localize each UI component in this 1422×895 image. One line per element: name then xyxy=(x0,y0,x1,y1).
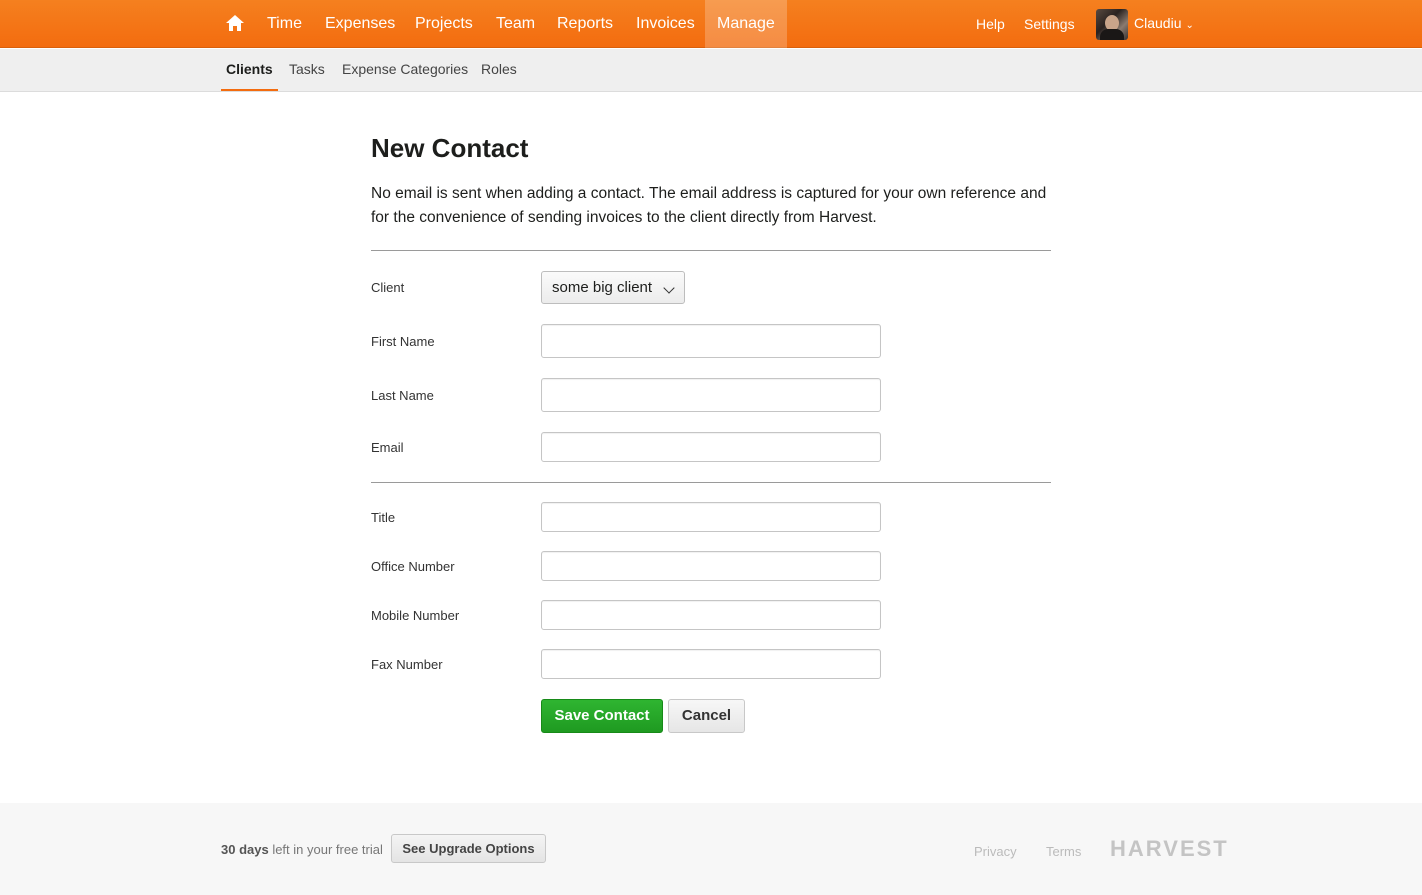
tab-expense-categories[interactable]: Expense Categories xyxy=(342,49,468,91)
trial-days: 30 days xyxy=(221,842,269,857)
save-contact-button[interactable]: Save Contact xyxy=(541,699,663,733)
mobile-number-label: Mobile Number xyxy=(371,608,460,623)
trial-status: 30 days left in your free trial xyxy=(221,842,383,857)
fax-number-input[interactable] xyxy=(541,649,881,679)
client-select[interactable]: some big client xyxy=(541,271,685,304)
nav-invoices[interactable]: Invoices xyxy=(636,0,695,48)
email-label: Email xyxy=(371,440,404,455)
title-input[interactable] xyxy=(541,502,881,532)
divider xyxy=(371,482,1051,483)
client-label: Client xyxy=(371,280,405,295)
settings-link[interactable]: Settings xyxy=(1024,0,1075,48)
sub-nav: Clients Tasks Expense Categories Roles xyxy=(0,49,1422,92)
nav-manage[interactable]: Manage xyxy=(705,0,787,48)
divider xyxy=(371,250,1051,251)
page-title: New Contact xyxy=(371,133,529,163)
chevron-down-icon xyxy=(663,282,675,294)
top-nav: Time Expenses Projects Team Reports Invo… xyxy=(0,0,1422,48)
harvest-logo[interactable]: HARVEST xyxy=(1110,836,1229,862)
fax-number-label: Fax Number xyxy=(371,657,443,672)
tab-tasks[interactable]: Tasks xyxy=(289,49,325,91)
help-link[interactable]: Help xyxy=(976,0,1005,48)
nav-time[interactable]: Time xyxy=(267,0,302,48)
user-name: Claudiu xyxy=(1134,15,1182,31)
chevron-down-icon: ⌄ xyxy=(1185,20,1194,31)
avatar[interactable] xyxy=(1096,9,1128,40)
office-number-label: Office Number xyxy=(371,559,455,574)
client-select-value: some big client xyxy=(552,279,653,296)
home-icon[interactable] xyxy=(225,13,245,33)
footer: 30 days left in your free trial See Upgr… xyxy=(0,803,1422,895)
email-input[interactable] xyxy=(541,432,881,462)
last-name-label: Last Name xyxy=(371,388,434,403)
nav-expenses[interactable]: Expenses xyxy=(325,0,395,48)
page-description: No email is sent when adding a contact. … xyxy=(371,185,1047,226)
trial-text: left in your free trial xyxy=(268,842,383,857)
terms-link[interactable]: Terms xyxy=(1046,844,1081,859)
privacy-link[interactable]: Privacy xyxy=(974,844,1017,859)
nav-team[interactable]: Team xyxy=(496,0,535,48)
cancel-button[interactable]: Cancel xyxy=(668,699,745,733)
tab-clients[interactable]: Clients xyxy=(221,49,278,91)
first-name-input[interactable] xyxy=(541,324,881,358)
upgrade-options-button[interactable]: See Upgrade Options xyxy=(391,834,546,863)
title-label: Title xyxy=(371,510,396,525)
office-number-input[interactable] xyxy=(541,551,881,581)
mobile-number-input[interactable] xyxy=(541,600,881,630)
nav-reports[interactable]: Reports xyxy=(557,0,613,48)
first-name-label: First Name xyxy=(371,334,435,349)
last-name-input[interactable] xyxy=(541,378,881,412)
tab-roles[interactable]: Roles xyxy=(481,49,517,91)
user-menu[interactable]: Claudiu ⌄ xyxy=(1134,0,1194,48)
nav-projects[interactable]: Projects xyxy=(415,0,473,48)
